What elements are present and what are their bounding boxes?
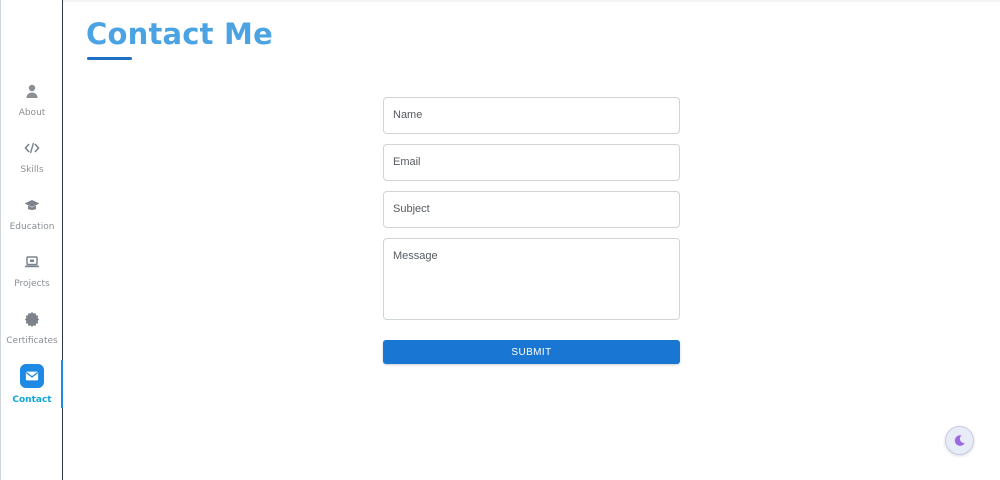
sidebar-item-label: About <box>18 108 46 118</box>
sidebar-item-certificates[interactable]: Certificates <box>1 310 63 362</box>
page-title: Contact Me <box>86 17 273 51</box>
sidebar-item-about[interactable]: About <box>1 82 63 134</box>
user-icon <box>23 82 41 100</box>
email-placeholder: Email <box>393 156 421 168</box>
sidebar-item-label: Skills <box>20 165 44 175</box>
sidebar-item-label: Education <box>9 222 55 232</box>
envelope-icon <box>20 364 44 388</box>
top-border <box>0 0 1000 2</box>
code-icon <box>23 139 41 157</box>
message-field[interactable]: Message <box>383 238 680 320</box>
sidebar: About Skills Education Projects Certific… <box>0 0 63 480</box>
sidebar-item-label: Contact <box>12 395 52 405</box>
moon-icon <box>954 435 965 446</box>
message-placeholder: Message <box>393 250 438 262</box>
email-field[interactable]: Email <box>383 144 680 181</box>
subject-field[interactable]: Subject <box>383 191 680 228</box>
sidebar-item-projects[interactable]: Projects <box>1 253 63 305</box>
laptop-icon <box>23 253 41 271</box>
name-placeholder: Name <box>393 109 423 121</box>
subject-placeholder: Subject <box>393 203 430 215</box>
sidebar-item-contact[interactable]: Contact <box>1 364 63 416</box>
sidebar-item-skills[interactable]: Skills <box>1 139 63 191</box>
certificate-icon <box>23 310 41 328</box>
submit-button[interactable]: SUBMIT <box>383 340 680 364</box>
theme-toggle-button[interactable] <box>945 426 974 455</box>
title-underline <box>87 57 132 60</box>
active-indicator <box>61 360 63 408</box>
name-field[interactable]: Name <box>383 97 680 134</box>
sidebar-item-education[interactable]: Education <box>1 196 63 248</box>
sidebar-item-label: Projects <box>14 279 50 289</box>
sidebar-item-label: Certificates <box>6 336 58 346</box>
graduation-cap-icon <box>23 196 41 214</box>
